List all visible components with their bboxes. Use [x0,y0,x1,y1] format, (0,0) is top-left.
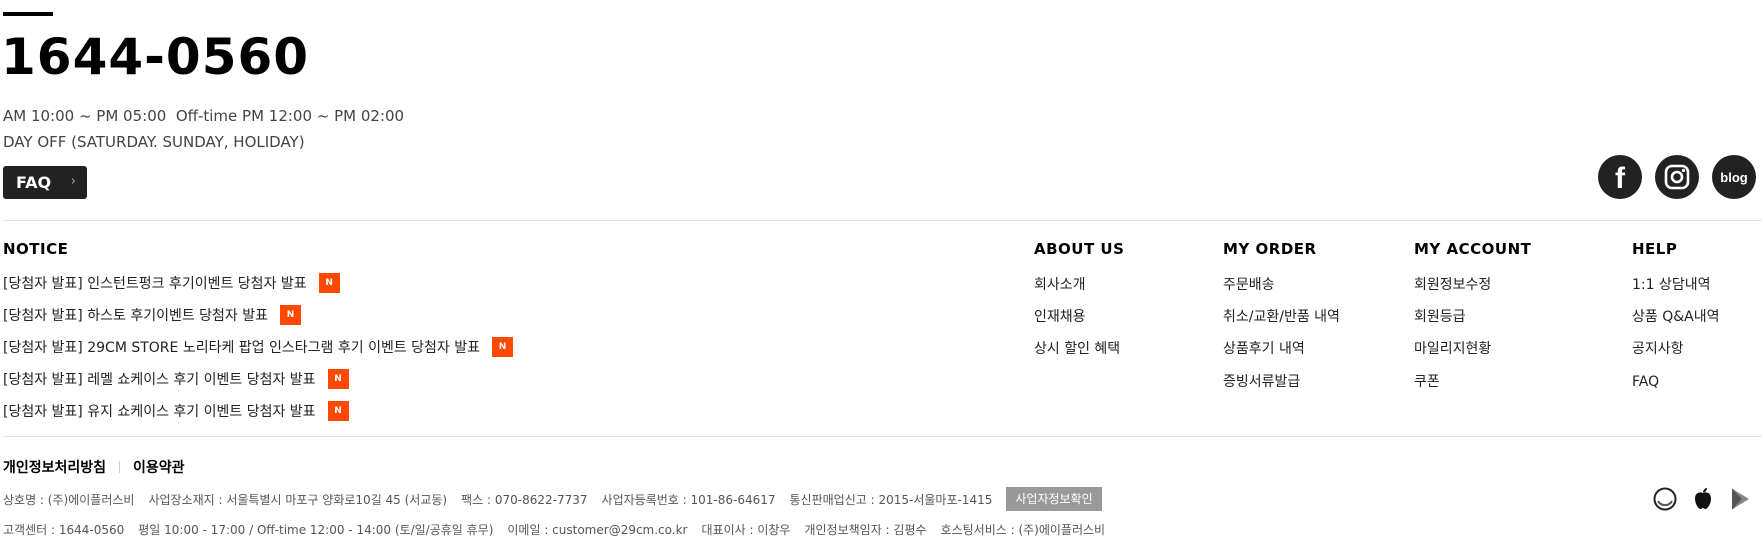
business-hours: AM 10:00 ~ PM 05:00 Off-time PM 12:00 ~ … [3,107,405,125]
business-registration-number: 사업자등록번호 : 101-86-64617 [601,492,776,507]
notice-item-text: [당첨자 발표] 유지 쇼케이스 후기 이벤트 당첨자 발표 [3,404,316,420]
help-link[interactable]: 공지사항 [1632,339,1684,359]
chevron-right-icon: › [70,174,76,189]
facebook-icon[interactable]: f [1598,155,1642,199]
notice-title: NOTICE [3,240,69,258]
about-us-title: ABOUT US [1034,240,1125,258]
business-info-check-button[interactable]: 사업자정보확인 [1006,487,1102,511]
company-name: 상호명 : (주)에이플러스비 [3,492,135,507]
apple-icon[interactable] [1690,486,1716,512]
top-accent-bar [3,12,53,16]
faq-button[interactable]: FAQ › [3,166,87,199]
new-badge: N [327,401,349,421]
instagram-icon[interactable] [1655,155,1699,199]
help-link[interactable]: 1:1 상담내역 [1632,275,1711,295]
my-account-link[interactable]: 쿠폰 [1414,372,1440,392]
company-address: 사업장소재지 : 서울특별시 마포구 양화로10길 45 (서교동) [148,492,448,507]
notice-item[interactable]: [당첨자 발표] 유지 쇼케이스 후기 이벤트 당첨자 발표 N [3,401,349,421]
my-account-title: MY ACCOUNT [1414,240,1532,258]
terms-link[interactable]: 이용약관 [133,457,185,477]
blog-icon[interactable]: blog [1712,155,1756,199]
privacy-policy-link[interactable]: 개인정보처리방침 [3,457,106,477]
my-account-link[interactable]: 회원정보수정 [1414,275,1491,295]
company-info-line: 고객센터 : 1644-0560 평일 10:00 - 17:00 / Off-… [3,521,1119,538]
hosting-service: 호스팅서비스 : (주)에이플러스비 [940,523,1106,537]
my-order-link[interactable]: 증빙서류발급 [1223,372,1300,392]
notice-item-text: [당첨자 발표] 하스토 후기이벤트 당첨자 발표 [3,308,269,324]
new-badge: N [280,305,302,325]
facebook-glyph: f [1615,161,1625,195]
customer-center-phone: 1644-0560 [1,28,310,86]
company-email: 이메일 : customer@29cm.co.kr [507,523,688,537]
my-order-link[interactable]: 주문배송 [1223,275,1275,295]
customer-center: 고객센터 : 1644-0560 [3,523,125,537]
my-order-link[interactable]: 상품후기 내역 [1223,339,1305,359]
new-badge: N [492,337,514,357]
notice-item[interactable]: [당첨자 발표] 인스턴트펑크 후기이벤트 당첨자 발표 N [3,273,340,293]
my-order-link[interactable]: 취소/교환/반품 내역 [1223,307,1340,327]
about-us-link[interactable]: 상시 할인 혜택 [1034,339,1120,359]
weekday-hours: 평일 10:00 - 17:00 / Off-time 12:00 - 14:0… [138,523,494,537]
notice-item-text: [당첨자 발표] 레멜 쇼케이스 후기 이벤트 당첨자 발표 [3,372,316,388]
about-us-link[interactable]: 회사소개 [1034,275,1086,295]
about-us-link[interactable]: 인재채용 [1034,307,1086,327]
my-account-link[interactable]: 마일리지현황 [1414,339,1491,359]
company-fax: 팩스 : 070-8622-7737 [461,492,588,507]
company-info-line: 상호명 : (주)에이플러스비 사업장소재지 : 서울특별시 마포구 양화로10… [3,487,1102,511]
play-icon[interactable] [1727,486,1753,512]
day-off-info: DAY OFF (SATURDAY. SUNDAY, HOLIDAY) [3,133,305,151]
notice-item[interactable]: [당첨자 발표] 29CM STORE 노리타케 팝업 인스타그램 후기 이벤트… [3,337,514,357]
notice-item-text: [당첨자 발표] 29CM STORE 노리타케 팝업 인스타그램 후기 이벤트… [3,340,481,356]
new-badge: N [318,273,340,293]
help-title: HELP [1632,240,1678,258]
instagram-glyph [1664,164,1690,190]
notice-item[interactable]: [당첨자 발표] 하스토 후기이벤트 당첨자 발표 N [3,305,302,325]
mail-order-registration: 통신판매업신고 : 2015-서울마포-1415 [789,492,993,507]
blog-label: blog [1720,169,1748,185]
divider [3,436,1762,437]
help-link[interactable]: 상품 Q&A내역 [1632,307,1719,327]
new-badge: N [327,369,349,389]
separator [119,461,121,473]
policy-links: 개인정보처리방침 이용약관 [3,457,185,477]
circle-icon[interactable] [1652,486,1678,512]
my-order-title: MY ORDER [1223,240,1317,258]
notice-item-text: [당첨자 발표] 인스턴트펑크 후기이벤트 당첨자 발표 [3,276,307,292]
help-link[interactable]: FAQ [1632,372,1659,392]
faq-button-label: FAQ [16,173,52,192]
privacy-officer: 개인정보책임자 : 김평수 [804,523,927,537]
notice-item[interactable]: [당첨자 발표] 레멜 쇼케이스 후기 이벤트 당첨자 발표 N [3,369,349,389]
ceo: 대표이사 : 이창우 [701,523,791,537]
my-account-link[interactable]: 회원등급 [1414,307,1466,327]
divider [3,220,1762,221]
